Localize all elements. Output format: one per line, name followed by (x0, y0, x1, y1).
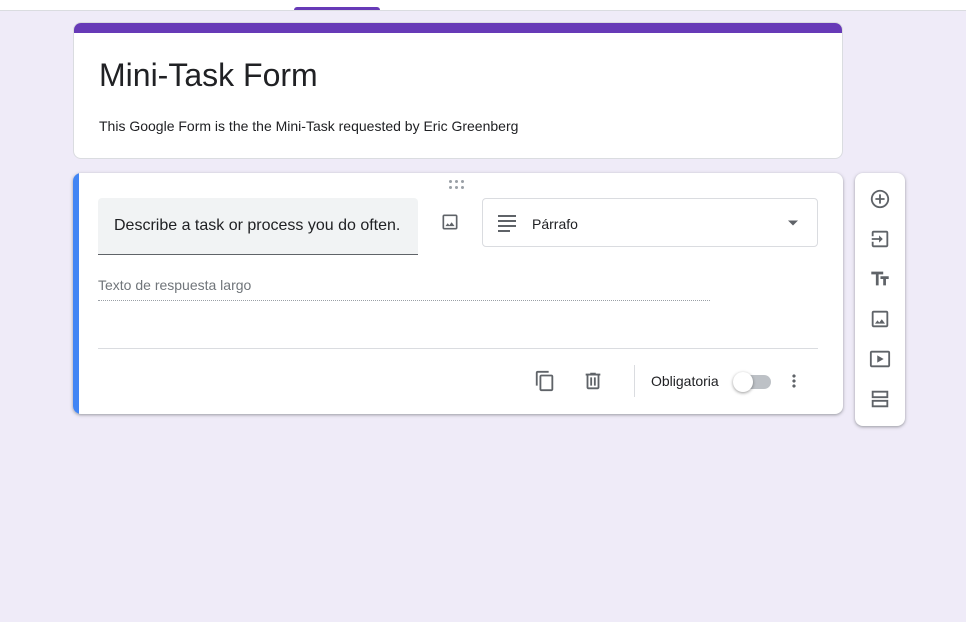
add-title-icon (871, 271, 889, 286)
add-title-button[interactable] (865, 264, 895, 294)
footer-separator (634, 365, 635, 397)
long-answer-placeholder: Texto de respuesta largo (98, 276, 710, 301)
form-title-card[interactable]: Mini-Task Form This Google Form is the t… (73, 22, 843, 159)
more-options-button[interactable] (779, 366, 809, 396)
more-vert-icon (792, 374, 796, 388)
drag-handle-icon[interactable] (449, 180, 467, 190)
add-video-icon (869, 350, 891, 368)
add-image-tool-button[interactable] (865, 304, 895, 334)
image-icon (442, 214, 458, 230)
copy-icon (535, 370, 554, 392)
form-description[interactable]: This Google Form is the the Mini-Task re… (99, 116, 518, 136)
add-image-button[interactable] (435, 207, 465, 237)
theme-accent-bar (74, 23, 842, 33)
import-questions-icon (871, 230, 889, 248)
add-image-icon (871, 310, 889, 328)
paragraph-lines-icon (498, 215, 516, 232)
question-type-label: Párrafo (532, 216, 578, 232)
question-type-dropdown[interactable]: Párrafo (482, 198, 818, 247)
active-tab-indicator (294, 7, 380, 10)
add-section-icon (871, 390, 889, 408)
delete-button[interactable] (578, 366, 608, 396)
footer-divider (98, 348, 818, 349)
add-section-button[interactable] (865, 384, 895, 414)
add-question-button[interactable] (865, 184, 895, 214)
import-questions-button[interactable] (865, 224, 895, 254)
question-title-text: Describe a task or process you do often. (114, 217, 401, 234)
floating-toolbar (855, 173, 905, 426)
duplicate-button[interactable] (530, 366, 560, 396)
active-question-indicator (73, 173, 79, 414)
required-label: Obligatoria (651, 373, 719, 389)
required-toggle[interactable] (733, 372, 773, 392)
caret-down-icon (788, 220, 798, 226)
header-tabs-strip (0, 0, 966, 11)
trash-icon (585, 372, 601, 390)
toggle-thumb (733, 372, 753, 392)
add-question-icon (870, 189, 890, 209)
add-video-button[interactable] (865, 344, 895, 374)
question-title-field[interactable]: Describe a task or process you do often. (98, 198, 418, 255)
form-title[interactable]: Mini-Task Form (99, 57, 318, 93)
question-card[interactable]: Describe a task or process you do often.… (73, 173, 843, 414)
